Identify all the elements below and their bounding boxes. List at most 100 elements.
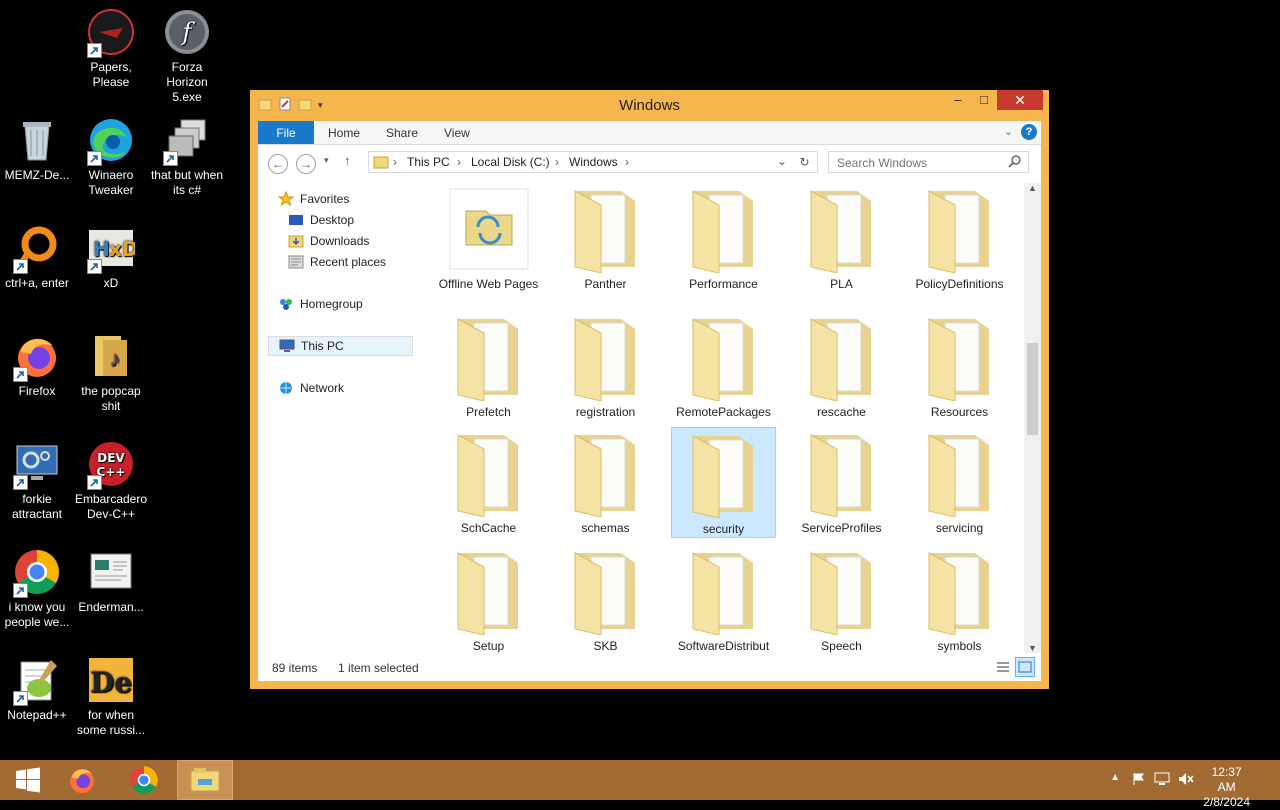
scroll-up-icon[interactable]: ▲: [1028, 183, 1037, 193]
help-icon[interactable]: ?: [1021, 124, 1037, 140]
tab-share[interactable]: Share: [386, 121, 418, 144]
details-view-icon[interactable]: [995, 659, 1011, 678]
folder-item[interactable]: Offline Web Pages: [436, 183, 541, 292]
folder-item[interactable]: Panther: [553, 183, 658, 292]
folder-item[interactable]: RemotePackages: [671, 311, 776, 420]
nav-network[interactable]: Network: [278, 378, 344, 398]
desktop-icon-that-but[interactable]: that but when its c#: [150, 116, 224, 198]
folder-item[interactable]: PLA: [789, 183, 894, 292]
recent-locations-icon[interactable]: ▾: [324, 155, 329, 166]
desktop-icon-russi[interactable]: De for when some russi...: [74, 656, 148, 738]
folder-item[interactable]: SoftwareDistribut: [671, 545, 776, 653]
nav-desktop[interactable]: Desktop: [288, 210, 354, 230]
show-hidden-icons-icon[interactable]: ▲: [1110, 772, 1120, 783]
tab-view[interactable]: View: [444, 121, 470, 144]
refresh-button[interactable]: ↻: [792, 151, 818, 173]
ribbon-expand-icon[interactable]: ⌄: [1004, 125, 1013, 138]
time: 12:37 AM: [1211, 765, 1242, 794]
large-icons-view-icon[interactable]: [1015, 657, 1035, 677]
desktop-icon-forkie[interactable]: forkie attractant: [0, 440, 74, 522]
folder-item[interactable]: schemas: [553, 427, 658, 536]
folder-item[interactable]: Resources: [907, 311, 1012, 420]
nav-homegroup[interactable]: Homegroup: [278, 294, 363, 314]
address-dropdown-icon[interactable]: ⌄: [777, 154, 787, 168]
nav-recent-places[interactable]: Recent places: [288, 252, 386, 272]
folder-icon: [574, 552, 635, 636]
search-input[interactable]: [835, 155, 999, 171]
folder-item[interactable]: rescache: [789, 311, 894, 420]
folder-item[interactable]: ServiceProfiles: [789, 427, 894, 536]
nav-downloads[interactable]: Downloads: [288, 231, 369, 251]
desktop-icon-notepadpp[interactable]: Notepad++: [0, 656, 74, 723]
folder-item[interactable]: Setup: [436, 545, 541, 653]
desktop-icon-label: MEMZ-De...: [4, 168, 70, 182]
desktop-icon-devcpp[interactable]: DEV C++ Embarcadero Dev-C++: [74, 440, 148, 522]
desktop-icon-winaero[interactable]: Winaero Tweaker: [74, 116, 148, 198]
desktop-icon-label: Embarcadero Dev-C++: [74, 492, 148, 521]
address-bar[interactable]: › This PC › Local Disk (C:) › Windows › …: [368, 151, 818, 173]
folder-item[interactable]: SKB: [553, 545, 658, 653]
explorer-window[interactable]: ▾ Windows – □ ✕ File Home Share View ⌄ ?…: [250, 90, 1049, 689]
up-button[interactable]: ↑: [344, 153, 351, 168]
folder-item[interactable]: Prefetch: [436, 311, 541, 420]
desktop-icon-label: Papers, Please: [90, 60, 132, 89]
scrollbar-thumb[interactable]: [1027, 343, 1038, 435]
shortcut-arrow-icon: [87, 43, 102, 58]
close-button[interactable]: ✕: [997, 90, 1043, 110]
breadcrumb-local-disk[interactable]: Local Disk (C:): [471, 155, 550, 169]
folder-icon: [928, 318, 989, 402]
scroll-down-icon[interactable]: ▼: [1028, 643, 1037, 653]
breadcrumb-windows[interactable]: Windows: [569, 155, 618, 169]
shortcut-arrow-icon: [13, 367, 28, 382]
firefox-icon: [70, 769, 94, 794]
shortcut-arrow-icon: [87, 151, 102, 166]
nav-this-pc[interactable]: This PC: [268, 336, 413, 356]
folder-item[interactable]: servicing: [907, 427, 1012, 536]
back-button[interactable]: ←: [268, 154, 288, 174]
shortcut-arrow-icon: [87, 475, 102, 490]
desktop-icon-xd[interactable]: HxD xD: [74, 224, 148, 291]
desktop-icon-ctrl-a[interactable]: ctrl+a, enter: [0, 224, 74, 291]
search-icon[interactable]: [1008, 154, 1022, 171]
network-status-icon[interactable]: [1154, 772, 1170, 789]
folder-item[interactable]: symbols: [907, 545, 1012, 653]
clock[interactable]: 12:37 AM 2/8/2024: [1203, 765, 1250, 810]
desktop-icon-forza[interactable]: f Forza Horizon 5.exe: [150, 8, 224, 105]
windows-stack-icon: [163, 116, 211, 166]
folder-label: Setup: [472, 639, 505, 653]
taskbar-firefox[interactable]: [54, 760, 110, 800]
desktop-icon-firefox[interactable]: Firefox: [0, 332, 74, 399]
nav-favorites[interactable]: Favorites: [277, 189, 349, 209]
title-bar[interactable]: ▾ Windows – □ ✕: [250, 90, 1049, 120]
folder-item[interactable]: SchCache: [436, 427, 541, 536]
folder-item[interactable]: security: [671, 427, 776, 538]
volume-muted-icon[interactable]: [1178, 772, 1194, 789]
folder-item[interactable]: Speech: [789, 545, 894, 653]
minimize-button[interactable]: –: [945, 90, 971, 110]
action-center-flag-icon[interactable]: [1132, 772, 1146, 789]
desktop-icon-popcap[interactable]: ♪ the popcap shit: [74, 332, 148, 414]
search-box[interactable]: [828, 151, 1029, 173]
taskbar-file-explorer[interactable]: [177, 760, 233, 800]
folder-label: ServiceProfiles: [801, 521, 882, 535]
windows-logo-icon: [16, 767, 40, 793]
folder-icon: [692, 552, 753, 636]
breadcrumb-this-pc[interactable]: This PC: [407, 155, 450, 169]
shortcut-arrow-icon: [13, 475, 28, 490]
desktop-icon-memz[interactable]: MEMZ-De...: [0, 116, 74, 183]
taskbar-chrome[interactable]: [116, 760, 172, 800]
forward-button[interactable]: →: [296, 154, 316, 174]
vertical-scrollbar[interactable]: ▲ ▼: [1024, 183, 1041, 653]
folder-item[interactable]: Performance: [671, 183, 776, 292]
folder-item[interactable]: PolicyDefinitions: [907, 183, 1012, 292]
maximize-button[interactable]: □: [971, 90, 997, 110]
folder-item[interactable]: registration: [553, 311, 658, 420]
desktop-icon-chrome[interactable]: i know you people we...: [0, 548, 74, 630]
desktop-icon-enderman[interactable]: Enderman...: [74, 548, 148, 615]
tab-file[interactable]: File: [258, 121, 314, 144]
desktop-icon-label: forkie attractant: [11, 492, 63, 521]
desktop-icon-label: Enderman...: [78, 600, 144, 614]
tab-home[interactable]: Home: [328, 121, 360, 144]
start-button[interactable]: [0, 760, 56, 800]
desktop-icon-papers-please[interactable]: Papers, Please: [74, 8, 148, 90]
